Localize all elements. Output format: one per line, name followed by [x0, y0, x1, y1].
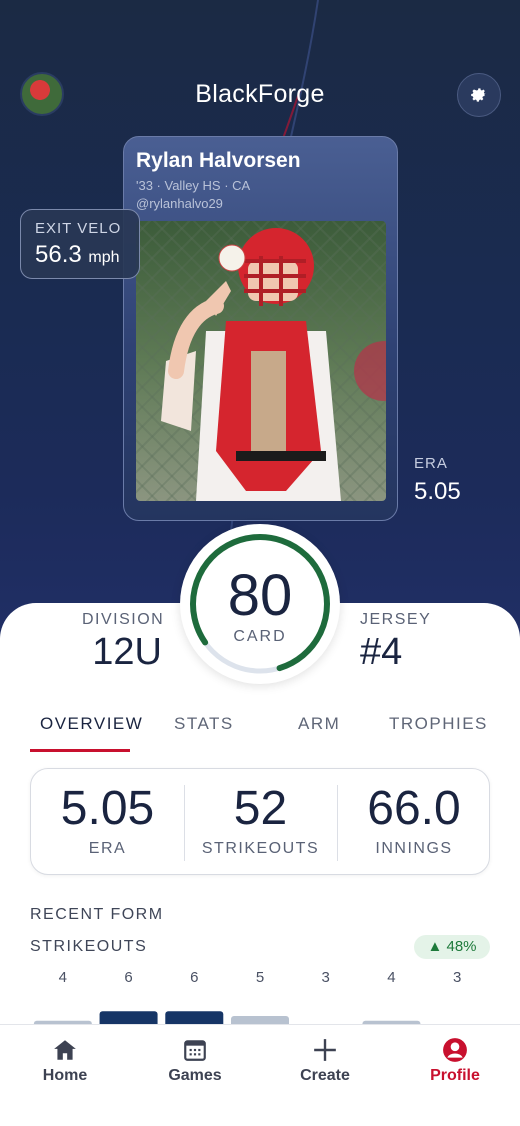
stat-era-value: 5.05 — [60, 782, 155, 835]
bar-value-label: 6 — [124, 969, 132, 986]
bottom-nav: Home Games Create Profile — [0, 1024, 520, 1126]
tab-overview[interactable]: OVERVIEW — [40, 714, 143, 734]
player-name: Rylan Halvorsen — [136, 149, 301, 172]
bar-value-label: 4 — [387, 969, 395, 986]
tab-arm[interactable]: ARM — [298, 714, 340, 734]
bar-value-label: 4 — [59, 969, 67, 986]
card-rating-gauge: 80 CARD — [180, 524, 340, 684]
stat-innings: 66.0 INNINGS — [337, 769, 491, 876]
nav-games[interactable]: Games — [150, 1037, 240, 1085]
profile-tabs: OVERVIEW STATS ARM TROPHIES — [0, 710, 520, 754]
division-label: DIVISION — [82, 611, 165, 628]
bar-value-label: 5 — [256, 969, 264, 986]
era-badge: ERA 5.05 — [414, 455, 461, 506]
rating-label: CARD — [233, 628, 287, 645]
nav-home-label: Home — [42, 1067, 88, 1084]
exit-velo-number: 56.3 — [35, 241, 82, 268]
stat-era: 5.05 ERA — [31, 769, 184, 876]
player-photo — [136, 221, 386, 501]
jersey-value: #4 — [360, 631, 403, 673]
jersey-stat: JERSEY #4 — [360, 611, 431, 674]
overview-stats-card: 5.05 ERA 52 STRIKEOUTS 66.0 INNINGS — [30, 768, 490, 875]
stat-strikeouts-label: STRIKEOUTS — [201, 840, 320, 857]
exit-velo-label: EXIT VELO — [35, 220, 122, 237]
bar-value-label: 3 — [453, 969, 461, 986]
strikeouts-chart-title: STRIKEOUTS — [30, 938, 148, 955]
exit-velo-badge: EXIT VELO 56.3 mph — [20, 209, 140, 279]
exit-velo-value: 56.3 mph — [35, 241, 139, 269]
player-handle: @rylanhalvo29 — [136, 196, 223, 211]
nav-profile-label: Profile — [430, 1067, 480, 1084]
settings-button[interactable] — [457, 73, 501, 117]
active-tab-indicator — [30, 749, 130, 752]
catcher-illustration — [161, 228, 386, 501]
strikeout-bar — [99, 1011, 158, 1024]
stat-innings-label: INNINGS — [375, 840, 453, 857]
strikeout-bar — [231, 1016, 289, 1024]
profile-icon — [443, 1038, 467, 1062]
stat-strikeouts: 52 STRIKEOUTS — [184, 769, 337, 876]
division-stat: DIVISION 12U — [82, 611, 165, 674]
nav-home[interactable]: Home — [20, 1037, 110, 1085]
plus-icon — [314, 1039, 336, 1061]
nav-create-label: Create — [300, 1067, 350, 1084]
tab-stats[interactable]: STATS — [174, 714, 234, 734]
player-card[interactable]: Rylan Halvorsen '33 · Valley HS · CA @ry… — [123, 136, 398, 521]
strikeout-bar — [165, 1011, 224, 1024]
bar-value-label: 3 — [322, 969, 330, 986]
stat-era-label: ERA — [88, 840, 127, 857]
bar-value-label: 6 — [190, 969, 198, 986]
rating-value: 80 — [227, 563, 293, 628]
jersey-label: JERSEY — [360, 611, 432, 628]
player-meta: '33 · Valley HS · CA — [136, 178, 251, 193]
recent-form-title: RECENT FORM — [30, 906, 164, 923]
nav-profile[interactable]: Profile — [410, 1037, 500, 1085]
strikeouts-bar-chart: 4 6 6 5 3 4 3 — [33, 969, 461, 1024]
tab-trophies[interactable]: TROPHIES — [389, 714, 488, 734]
calendar-icon — [184, 1040, 206, 1061]
strikeouts-chart: 4 6 6 5 3 4 3 — [30, 962, 490, 1024]
era-badge-label: ERA — [414, 455, 448, 472]
nav-games-label: Games — [168, 1067, 222, 1084]
trend-badge: ▲ 48% — [414, 935, 490, 959]
era-badge-value: 5.05 — [414, 478, 461, 505]
app-title: BlackForge — [195, 80, 325, 108]
stat-innings-value: 66.0 — [367, 782, 461, 835]
exit-velo-unit: mph — [88, 249, 120, 266]
stat-strikeouts-value: 52 — [233, 782, 288, 835]
nav-create[interactable]: Create — [280, 1037, 370, 1085]
home-icon — [54, 1040, 76, 1060]
division-value: 12U — [92, 631, 162, 673]
gear-icon — [471, 88, 487, 102]
